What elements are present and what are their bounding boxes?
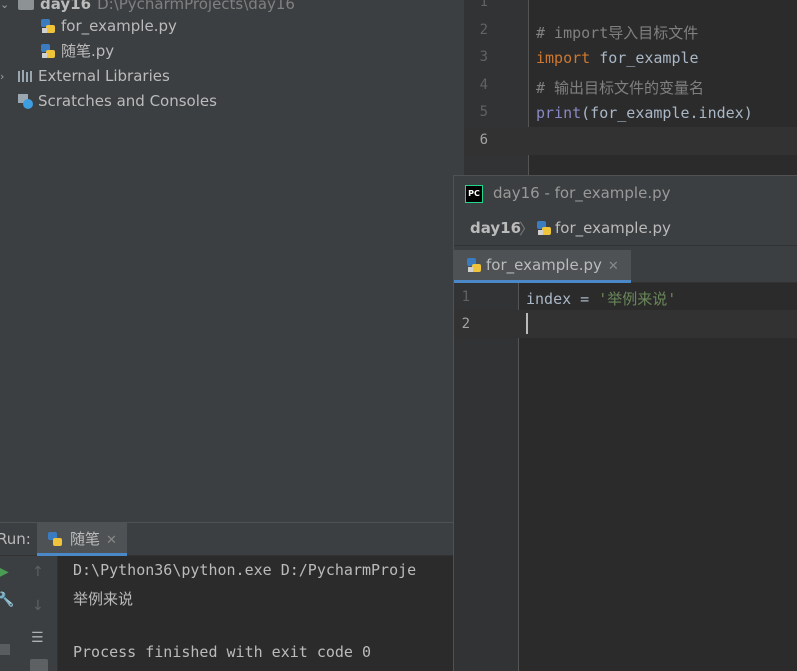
root-folder-path: D:\PycharmProjects\day16 [97,0,295,13]
python-file-icon [536,220,552,236]
pycharm-logo-icon: PC [465,185,483,203]
code-identifier: index [526,290,572,308]
python-file-icon [40,42,56,58]
down-arrow-icon[interactable]: ↓ [32,598,44,614]
console-line: D:\Python36\python.exe D:/PycharmProje [73,561,417,579]
wrench-icon[interactable]: 🔧 [0,592,14,608]
code-text: for_example [590,49,699,67]
library-icon [17,67,33,83]
current-line-highlight [454,310,797,338]
code-string: '举例来说' [598,290,677,308]
code-comment: # 输出目标文件的变量名 [536,79,705,97]
scroll-to-end-icon[interactable] [30,659,48,671]
code-line: index = '举例来说' [526,288,676,309]
line-number: 5 [479,104,488,120]
run-header: Run: 随笔 ✕ [0,523,453,556]
folder-icon [18,0,34,10]
run-left-toolbar: ▶ 🔧 [0,556,22,671]
line-number: 3 [479,49,488,65]
python-file-icon [40,17,56,33]
tree-row-file[interactable]: 随笔.py [40,39,114,64]
code-line: import for_example [536,49,699,67]
main-editor[interactable]: 1 2 3 4 5 6 # import导入目标文件 import for_ex… [464,0,797,175]
python-icon [47,526,63,546]
line-number: 2 [479,22,488,38]
breadcrumb: day16 〉 for_example.py [454,212,797,246]
console-line: 举例来说 [73,590,134,608]
editor-tab-bar: for_example.py ✕ [454,246,797,283]
scratches-label: Scratches and Consoles [38,92,217,110]
run-console-toolbar: ↑ ↓ ☰ [22,556,58,671]
expand-arrow-icon[interactable]: ⌄ [0,0,9,17]
console-line: Process finished with exit code 0 [73,643,372,661]
breadcrumb-separator-icon: 〉 [519,220,535,238]
line-number: 2 [461,316,470,332]
popup-title: day16 - for_example.py [493,184,671,202]
run-tab-label: 随笔 [70,530,101,548]
run-label: Run: [0,530,31,548]
close-icon[interactable]: ✕ [106,533,117,548]
scratches-icon [17,92,33,109]
text-caret [526,313,528,334]
close-icon[interactable]: ✕ [608,259,619,274]
python-file-icon [466,253,482,272]
up-arrow-icon[interactable]: ↑ [32,564,44,580]
popup-title-bar[interactable]: PC day16 - for_example.py [454,176,797,212]
file-name: 随笔.py [61,42,115,60]
run-tool-window: Run: 随笔 ✕ ▶ 🔧 ↑ ↓ ☰ D:\Python36\python.ex… [0,522,453,671]
rerun-icon[interactable]: ▶ [0,564,9,580]
run-tab[interactable]: 随笔 ✕ [37,523,127,556]
code-comment: # import导入目标文件 [536,24,699,42]
file-name: for_example.py [61,17,177,35]
tree-row-scratches[interactable]: Scratches and Consoles [17,89,217,114]
line-number: 4 [479,77,488,93]
code-operator: = [571,290,599,308]
tab-for-example[interactable]: for_example.py ✕ [454,250,631,283]
expand-arrow-icon[interactable]: › [0,64,8,89]
line-number: 6 [479,132,488,148]
external-libraries-label: External Libraries [38,67,170,85]
tab-label: for_example.py [486,256,602,274]
line-number: 1 [479,0,488,10]
root-folder-name: day16 [40,0,92,13]
gutter-separator [518,283,519,671]
breadcrumb-root[interactable]: day16 [470,219,521,237]
project-tool-window: ⌄ day16 D:\PycharmProjects\day16 for_exam… [0,0,464,522]
code-builtin: print [536,104,582,122]
popup-editor-window[interactable]: PC day16 - for_example.py day16 〉 for_ex… [453,175,797,671]
breadcrumb-file: for_example.py [555,219,671,237]
soft-wrap-icon[interactable]: ☰ [31,630,44,646]
code-line: print(for_example.index) [536,104,753,122]
current-line-highlight [464,127,797,155]
code-keyword: import [536,49,591,67]
tree-row-file[interactable]: for_example.py [40,14,177,39]
stop-icon[interactable] [0,644,10,655]
editor-gutter [454,283,518,671]
breadcrumb-file-item[interactable]: for_example.py [536,219,671,237]
code-text: (for_example.index) [581,104,753,122]
line-number: 1 [461,289,470,305]
